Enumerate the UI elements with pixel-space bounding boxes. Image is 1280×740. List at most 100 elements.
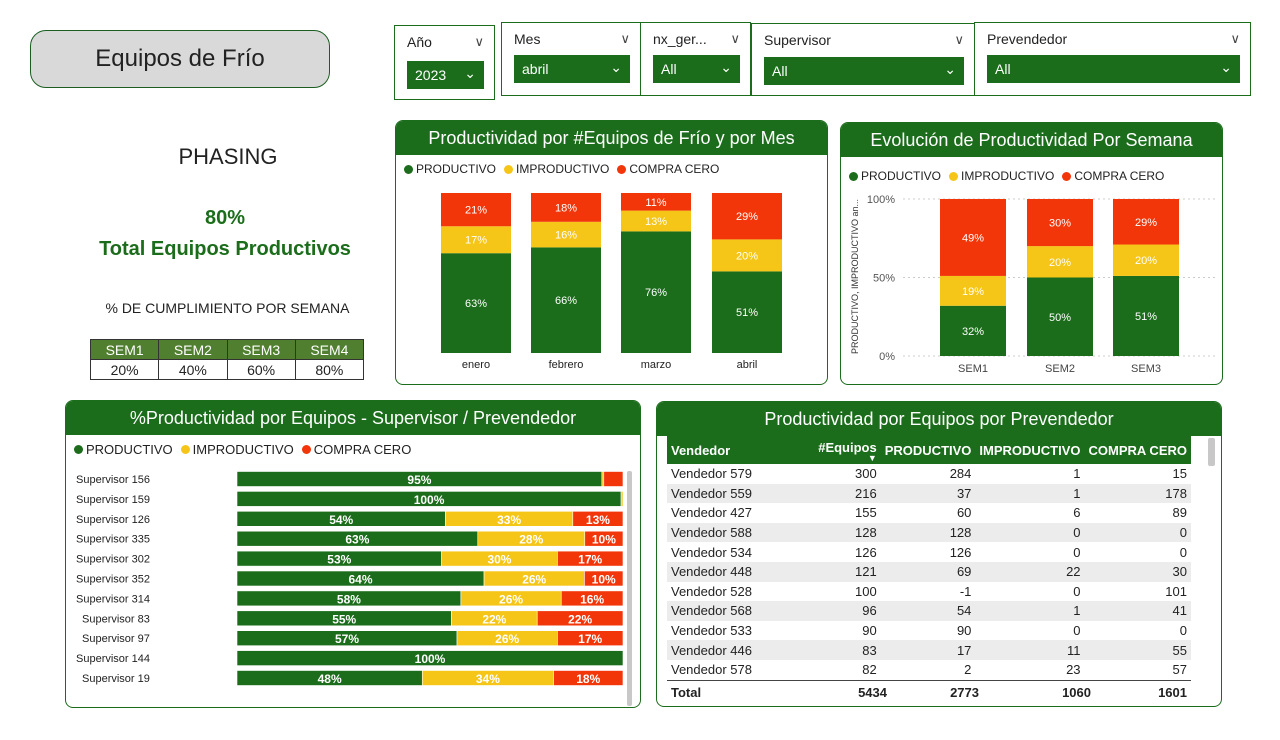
data-label: 20% bbox=[1049, 257, 1071, 269]
slicer-prevendedor-value: All bbox=[995, 61, 1011, 77]
week-header: SEM3 bbox=[226, 339, 296, 360]
table-row[interactable]: Vendedor 448 121 69 22 30 bbox=[667, 561, 1191, 582]
table-row[interactable]: Vendedor 559 216 37 1 178 bbox=[667, 483, 1191, 504]
x-tick-label: SEM3 bbox=[1131, 363, 1161, 375]
chevron-down-icon[interactable]: ∨ bbox=[474, 34, 484, 50]
slicer-anio[interactable]: Año ∨ 2023 ⌄ bbox=[394, 25, 495, 100]
chevron-down-icon[interactable]: ⌄ bbox=[464, 65, 476, 82]
y-tick-label: 0% bbox=[879, 351, 895, 363]
x-tick-label: SEM1 bbox=[958, 363, 988, 375]
table-cell: Vendedor 579 bbox=[671, 466, 752, 482]
slicer-prevendedor[interactable]: Prevendedor ∨ All ⌄ bbox=[974, 22, 1251, 96]
sort-desc-icon[interactable]: ▼ bbox=[818, 453, 877, 462]
data-label: 34% bbox=[476, 672, 500, 686]
legend-item-compra-cero[interactable]: COMPRA CERO bbox=[617, 162, 719, 176]
slicer-anio-dropdown[interactable]: 2023 ⌄ bbox=[407, 61, 484, 89]
slicer-prevendedor-label: Prevendedor bbox=[987, 31, 1068, 47]
legend-label: COMPRA CERO bbox=[313, 442, 412, 457]
vertical-scrollbar[interactable] bbox=[627, 471, 632, 706]
vendor-table: Vendedor #Equipos ▼ PRODUCTIVO IMPRODUCTI… bbox=[667, 436, 1191, 680]
data-label: 26% bbox=[522, 573, 546, 587]
chart-por-semana: 100% 50% 0% PRODUCTIVO, IMPRODUCTIVO an... 3… bbox=[850, 194, 1216, 375]
chevron-down-icon[interactable]: ∨ bbox=[1230, 31, 1240, 47]
slicer-prevendedor-dropdown[interactable]: All ⌄ bbox=[987, 55, 1240, 83]
table-row[interactable]: Vendedor 533 90 90 0 0 bbox=[667, 621, 1191, 641]
column-header-productivo[interactable]: PRODUCTIVO bbox=[880, 436, 976, 464]
slicer-mes-dropdown[interactable]: abril ⌄ bbox=[514, 55, 630, 83]
legend-label: PRODUCTIVO bbox=[416, 162, 497, 176]
legend-item-improductivo[interactable]: IMPRODUCTIVO bbox=[504, 162, 609, 176]
y-tick-label: Supervisor 352 bbox=[76, 574, 150, 586]
table-cell: Vendedor 578 bbox=[671, 662, 752, 678]
vertical-scrollbar[interactable] bbox=[1208, 438, 1215, 466]
table-cell: Vendedor 427 bbox=[671, 505, 752, 521]
y-tick-label: Supervisor 97 bbox=[82, 633, 150, 645]
chevron-down-icon[interactable]: ∨ bbox=[620, 31, 630, 47]
data-label: 19% bbox=[962, 286, 984, 298]
table-row[interactable]: Vendedor 588 128 128 0 0 bbox=[667, 522, 1191, 543]
data-label: 18% bbox=[576, 672, 600, 686]
table-cell: 90 bbox=[862, 623, 877, 639]
data-label: 63% bbox=[465, 298, 487, 310]
table-row[interactable]: Vendedor 578 82 2 23 57 bbox=[667, 660, 1191, 680]
table-row[interactable]: Vendedor 534 126 126 0 0 bbox=[667, 542, 1191, 562]
data-label: 100% bbox=[414, 493, 445, 507]
table-cell: Vendedor 528 bbox=[671, 583, 752, 599]
slicer-supervisor[interactable]: Supervisor ∨ All ⌄ bbox=[751, 23, 975, 96]
legend-label: IMPRODUCTIVO bbox=[961, 169, 1055, 183]
legend-item-productivo[interactable]: PRODUCTIVO bbox=[849, 169, 941, 183]
data-label: 21% bbox=[465, 205, 487, 217]
legend-item-compra-cero[interactable]: COMPRA CERO bbox=[301, 442, 412, 457]
legend-item-compra-cero[interactable]: COMPRA CERO bbox=[1062, 169, 1164, 183]
column-header-vendedor[interactable]: Vendedor bbox=[667, 436, 815, 464]
data-label: 100% bbox=[415, 652, 446, 666]
bar-segment[interactable] bbox=[603, 471, 624, 487]
slicer-nx-ger[interactable]: nx_ger... ∨ All ⌄ bbox=[640, 22, 751, 96]
column-header-improductivo[interactable]: IMPRODUCTIVO bbox=[975, 436, 1085, 464]
column-header-equipos[interactable]: #Equipos ▼ bbox=[814, 436, 881, 464]
table-cell: 300 bbox=[855, 466, 877, 482]
chevron-down-icon[interactable]: ⌄ bbox=[1220, 59, 1232, 76]
chevron-down-icon[interactable]: ⌄ bbox=[720, 59, 732, 76]
y-tick-label: 50% bbox=[873, 273, 895, 285]
table-cell: 22 bbox=[975, 561, 1085, 582]
chevron-down-icon[interactable]: ⌄ bbox=[944, 61, 956, 78]
table-cell: 101 bbox=[1165, 583, 1187, 599]
table-cell: 284 bbox=[949, 466, 972, 482]
slicer-mes-label: Mes bbox=[514, 31, 541, 47]
y-tick-label: Supervisor 302 bbox=[76, 554, 150, 566]
table-row[interactable]: Vendedor 528 100 -1 0 101 bbox=[667, 582, 1191, 602]
table-cell: 37 bbox=[880, 483, 976, 504]
data-label: 17% bbox=[465, 235, 487, 247]
bar-segment[interactable] bbox=[620, 491, 624, 507]
legend-item-improductivo[interactable]: IMPRODUCTIVO bbox=[949, 169, 1054, 183]
table-row[interactable]: Vendedor 579 300 284 1 15 bbox=[667, 464, 1191, 484]
table-cell: 0 bbox=[1179, 623, 1187, 639]
total-cell: 5434 bbox=[858, 685, 887, 700]
chevron-down-icon[interactable]: ∨ bbox=[730, 31, 740, 47]
slicer-supervisor-dropdown[interactable]: All ⌄ bbox=[764, 57, 964, 85]
table-row[interactable]: Vendedor 568 96 54 1 41 bbox=[667, 601, 1191, 621]
total-cell: 1060 bbox=[1062, 685, 1091, 700]
data-label: 29% bbox=[1135, 217, 1157, 229]
table-row[interactable]: Vendedor 446 83 17 11 55 bbox=[667, 640, 1191, 660]
column-header-compra-cero[interactable]: COMPRA CERO bbox=[1084, 436, 1191, 464]
table-cell: 128 bbox=[880, 522, 976, 543]
data-label: 32% bbox=[962, 326, 984, 338]
data-label: 13% bbox=[586, 513, 610, 527]
table-row[interactable]: Vendedor 427 155 60 6 89 bbox=[667, 503, 1191, 523]
chevron-down-icon[interactable]: ∨ bbox=[954, 32, 964, 48]
legend-item-productivo[interactable]: PRODUCTIVO bbox=[404, 162, 496, 176]
table-cell: 0 bbox=[1073, 544, 1081, 560]
table-cell: 17 bbox=[880, 640, 976, 660]
table-cell: -1 bbox=[959, 583, 972, 599]
legend-item-improductivo[interactable]: IMPRODUCTIVO bbox=[180, 442, 294, 457]
legend-item-productivo[interactable]: PRODUCTIVO bbox=[74, 442, 173, 457]
week-header: SEM2 bbox=[158, 339, 228, 360]
slicer-mes[interactable]: Mes ∨ abril ⌄ bbox=[501, 22, 641, 96]
chevron-down-icon[interactable]: ⌄ bbox=[610, 59, 622, 76]
slicer-nx-ger-dropdown[interactable]: All ⌄ bbox=[653, 55, 740, 83]
data-label: 10% bbox=[592, 573, 616, 587]
table-cell: 2 bbox=[964, 662, 972, 678]
data-label: 16% bbox=[580, 592, 604, 606]
